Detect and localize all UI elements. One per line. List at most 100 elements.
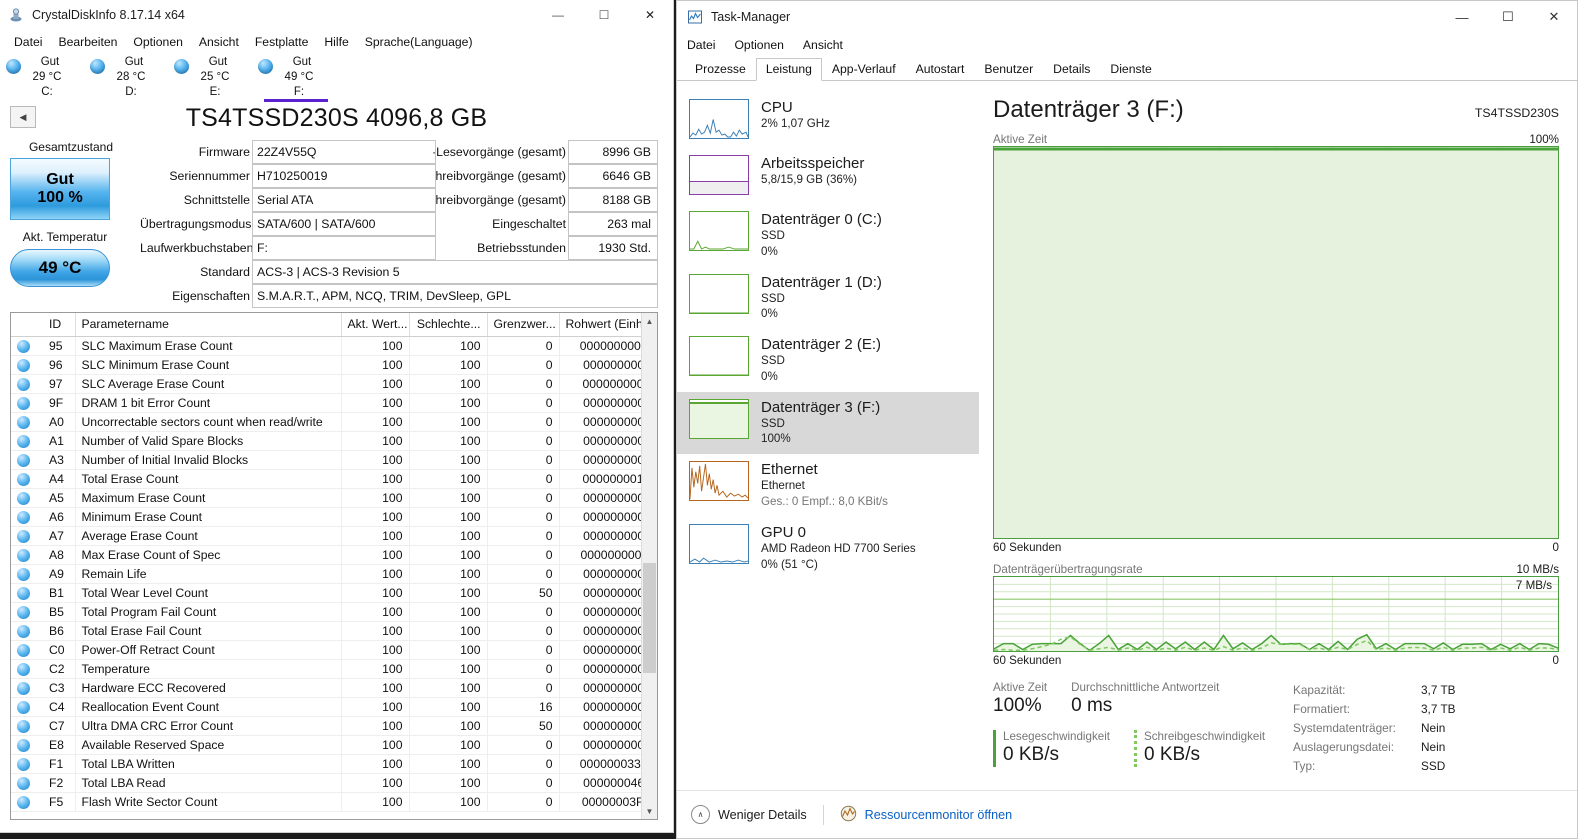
scrollbar-thumb[interactable] (643, 563, 656, 673)
table-row[interactable]: A5 Maximum Erase Count 100 100 0 000000000006 (11, 488, 657, 508)
field-value[interactable]: Serial ATA (252, 188, 436, 212)
table-row[interactable]: F5 Flash Write Sector Count 100 100 0 0000000… (11, 792, 657, 812)
scroll-up-arrow-icon[interactable]: ▲ (642, 313, 657, 329)
table-row[interactable]: E8 Available Reserved Space 100 100 0 0000000… (11, 735, 657, 755)
row-worst-value: 100 (409, 374, 488, 394)
table-row[interactable]: A3 Number of Initial Invalid Blocks 100 100… (11, 450, 657, 470)
table-row[interactable]: A7 Average Erase Count 100 100 0 000000000002 (11, 526, 657, 546)
sidebar-item-gpu-0[interactable]: GPU 0 AMD Radeon HD 7700 Series 0% (51 °C) (677, 517, 979, 580)
tm-menu-ansicht[interactable]: Ansicht (803, 36, 852, 54)
open-resource-monitor-button[interactable]: Ressourcenmonitor öffnen (840, 805, 1012, 825)
field-value[interactable]: 22Z4V55Q (252, 140, 436, 164)
table-row[interactable]: C3 Hardware ECC Recovered 100 100 0 000000000… (11, 678, 657, 698)
cdi-menu-datei[interactable]: Datei (6, 33, 50, 51)
cdi-table-scrollbar[interactable]: ▲ ▼ (641, 313, 657, 819)
row-id: 97 (43, 374, 76, 394)
table-row[interactable]: A4 Total Erase Count 100 100 0 00000000185F (11, 469, 657, 489)
field-value[interactable]: 8996 GB (568, 140, 658, 164)
cdi-minimize-button[interactable]: — (535, 0, 581, 30)
table-row[interactable]: 97 SLC Average Erase Count 100 100 0 00000000… (11, 374, 657, 394)
table-row[interactable]: A0 Uncorrectable sectors count when read/… (11, 412, 657, 432)
field-value[interactable]: H710250019 (252, 164, 436, 188)
row-current-value: 100 (341, 488, 410, 508)
field-value[interactable]: S.M.A.R.T., APM, NCQ, TRIM, DevSleep, GP… (252, 284, 658, 308)
tab-details[interactable]: Details (1043, 58, 1100, 81)
tab-prozesse[interactable]: Prozesse (685, 58, 756, 81)
sidebar-thumbnail-graph (689, 99, 749, 139)
field-value[interactable]: SATA/600 | SATA/600 (252, 212, 436, 236)
field-value[interactable]: 8188 GB (568, 188, 658, 212)
column-header-4[interactable]: Grenzwer... (487, 313, 560, 337)
property-value: Nein (1421, 740, 1446, 755)
column-header-2[interactable]: Akt. Wert... (341, 313, 410, 337)
table-row[interactable]: B1 Total Wear Level Count 100 100 50 00000000… (11, 583, 657, 603)
cdi-disk-tab-D[interactable]: Gut 28 °C D: (86, 54, 170, 102)
field-value[interactable]: 6646 GB (568, 164, 658, 188)
sidebar-item-arbeitsspeicher[interactable]: Arbeitsspeicher 5,8/15,9 GB (36%) (677, 148, 979, 204)
cdi-menu-ansicht[interactable]: Ansicht (191, 33, 247, 51)
table-row[interactable]: C2 Temperature 100 100 0 000000000031 (11, 659, 657, 679)
table-row[interactable]: A8 Max Erase Count of Spec 100 100 0 00000000… (11, 545, 657, 565)
table-row[interactable]: 96 SLC Minimum Erase Count 100 100 0 00000000… (11, 355, 657, 375)
table-row[interactable]: C7 Ultra DMA CRC Error Count 100 100 50 00000… (11, 716, 657, 736)
field-value[interactable]: F: (252, 236, 436, 260)
cdi-disk-tab-F[interactable]: Gut 49 °C F: (254, 54, 338, 102)
cdi-menu-sprache-language-[interactable]: Sprache(Language) (357, 33, 481, 51)
table-row[interactable]: B6 Total Erase Fail Count 100 100 0 000000000… (11, 621, 657, 641)
cdi-close-button[interactable]: ✕ (627, 0, 673, 30)
field-value[interactable]: ACS-3 | ACS-3 Revision 5 (252, 260, 658, 284)
table-row[interactable]: A6 Minimum Erase Count 100 100 0 000000000001 (11, 507, 657, 527)
tab-dienste[interactable]: Dienste (1100, 58, 1161, 81)
cdi-health-status-badge[interactable]: Gut 100 % (10, 158, 110, 220)
cdi-smart-table: ID Parametername Akt. Wert... Schlechte... G… (11, 313, 657, 812)
table-row[interactable]: 95 SLC Maximum Erase Count 100 100 0 00000000… (11, 336, 657, 356)
tab-leistung[interactable]: Leistung (755, 58, 822, 81)
cdi-menu-bearbeiten[interactable]: Bearbeiten (50, 33, 125, 51)
active-time-label: Aktive Zeit (993, 133, 1048, 146)
row-threshold: 0 (487, 792, 560, 812)
column-header-status[interactable] (11, 313, 43, 337)
table-row[interactable]: A1 Number of Valid Spare Blocks 100 100 0 000… (11, 431, 657, 451)
cdi-menu-hilfe[interactable]: Hilfe (316, 33, 356, 51)
tm-menu-datei[interactable]: Datei (687, 36, 724, 54)
row-worst-value: 100 (409, 735, 488, 755)
table-row[interactable]: F2 Total LBA Read 100 100 0 000000046494 (11, 773, 657, 793)
tab-benutzer[interactable]: Benutzer (974, 58, 1043, 81)
sidebar-item-datentr-ger-0-c-[interactable]: Datenträger 0 (C:) SSD 0% (677, 204, 979, 267)
sidebar-item-datentr-ger-3-f-[interactable]: Datenträger 3 (F:) SSD 100% (677, 391, 979, 455)
cdi-maximize-button[interactable]: ☐ (581, 0, 627, 30)
table-row[interactable]: 9F DRAM 1 bit Error Count 100 100 0 000000000… (11, 393, 657, 413)
column-header-0[interactable]: ID (43, 313, 76, 337)
tm-menu-optionen[interactable]: Optionen (734, 36, 792, 54)
row-worst-value: 100 (409, 431, 488, 451)
sidebar-item-ethernet[interactable]: Ethernet Ethernet Ges.: 0 Empf.: 8,0 KBit/… (677, 454, 979, 517)
cdi-menu-festplatte[interactable]: Festplatte (247, 33, 317, 51)
field-value[interactable]: 263 mal (568, 212, 658, 236)
cdi-disk-tab-C[interactable]: Gut 29 °C C: (2, 54, 86, 102)
tm-maximize-button[interactable]: ☐ (1485, 1, 1531, 33)
fewer-details-button[interactable]: ∧ Weniger Details (691, 805, 807, 824)
sidebar-item-datentr-ger-2-e-[interactable]: Datenträger 2 (E:) SSD 0% (677, 329, 979, 392)
column-header-3[interactable]: Schlechte... (409, 313, 488, 337)
table-row[interactable]: C0 Power-Off Retract Count 100 100 0 00000000… (11, 640, 657, 660)
column-header-1[interactable]: Parametername (75, 313, 342, 337)
table-row[interactable]: F1 Total LBA Written 100 100 0 000000033EC6 (11, 754, 657, 774)
cdi-menu-optionen[interactable]: Optionen (125, 33, 190, 51)
cdi-disk-tab-E[interactable]: Gut 25 °C E: (170, 54, 254, 102)
sidebar-item-cpu[interactable]: CPU 2% 1,07 GHz (677, 92, 979, 148)
table-row[interactable]: A9 Remain Life 100 100 0 000000000064 (11, 564, 657, 584)
sidebar-item-sub1: SSD (761, 354, 785, 368)
scroll-down-arrow-icon[interactable]: ▼ (642, 803, 657, 819)
sidebar-item-label: GPU 0 (761, 523, 807, 541)
table-row[interactable]: C4 Reallocation Event Count 100 100 16 000000… (11, 697, 657, 717)
sidebar-item-datentr-ger-1-d-[interactable]: Datenträger 1 (D:) SSD 0% (677, 267, 979, 330)
tm-minimize-button[interactable]: — (1439, 1, 1485, 33)
tab-autostart[interactable]: Autostart (906, 58, 975, 81)
row-status-bulb-icon (11, 792, 43, 812)
tm-resource-sidebar[interactable]: CPU 2% 1,07 GHz Arbeitsspeicher 5,8/15,9 GB… (677, 86, 979, 790)
table-row[interactable]: B5 Total Program Fail Count 100 100 0 0000000… (11, 602, 657, 622)
tab-app-verlauf[interactable]: App-Verlauf (822, 58, 906, 81)
tm-close-button[interactable]: ✕ (1531, 1, 1577, 33)
field-value[interactable]: 1930 Std. (568, 236, 658, 260)
cdi-temperature-badge[interactable]: 49 °C (10, 249, 110, 287)
